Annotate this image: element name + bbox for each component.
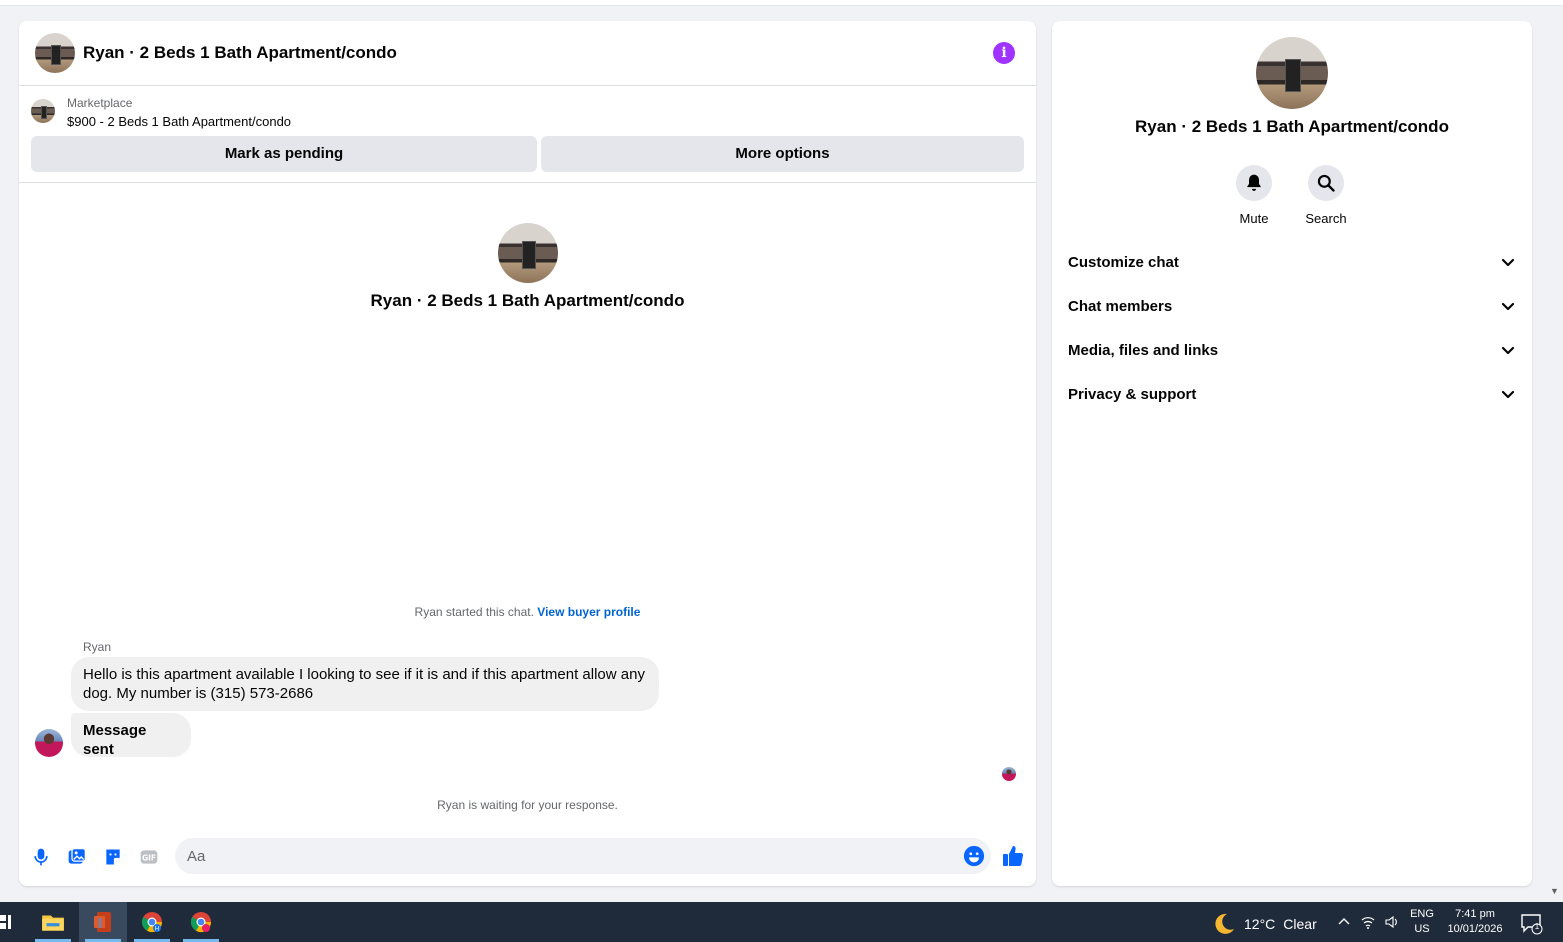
chat-members-section[interactable]: Chat members: [1052, 284, 1532, 328]
task-view-icon[interactable]: [0, 912, 12, 932]
listing-title[interactable]: $900 - 2 Beds 1 Bath Apartment/condo: [67, 114, 291, 129]
section-label: Privacy & support: [1068, 385, 1197, 403]
listing-source: Marketplace: [67, 96, 133, 110]
microphone-icon[interactable]: [30, 846, 52, 868]
message-input[interactable]: [175, 838, 991, 874]
customize-chat-section[interactable]: Customize chat: [1052, 240, 1532, 284]
moon-icon: [1215, 913, 1234, 934]
browser-top-edge: [0, 0, 1563, 6]
privacy-support-section[interactable]: Privacy & support: [1052, 372, 1532, 416]
presentation-app-icon[interactable]: [79, 902, 127, 942]
chrome-profile-icon[interactable]: [177, 902, 225, 942]
waiting-notice: Ryan is waiting for your response.: [437, 798, 618, 812]
listing-thumbnail[interactable]: [31, 99, 55, 123]
weather-widget[interactable]: 12°C Clear: [1212, 912, 1317, 936]
more-options-button[interactable]: More options: [541, 136, 1024, 172]
bell-icon[interactable]: [1236, 165, 1272, 201]
seen-indicator-avatar: [1002, 767, 1016, 781]
message-bubble-sent[interactable]: Message sent: [71, 713, 191, 758]
svg-text:H: H: [155, 926, 160, 933]
search-button[interactable]: Search: [1296, 165, 1356, 226]
chat-info-panel: Ryan · 2 Beds 1 Bath Apartment/condo Mut…: [1052, 21, 1532, 886]
message-sender-name: Ryan: [83, 640, 112, 654]
section-label: Media, files and links: [1068, 341, 1219, 359]
intro-avatar: [498, 223, 558, 283]
listing-banner: Marketplace $900 - 2 Beds 1 Bath Apartme…: [19, 87, 1036, 183]
side-title: Ryan · 2 Beds 1 Bath Apartment/condo: [1135, 117, 1449, 136]
chat-header: Ryan · 2 Beds 1 Bath Apartment/condo i: [19, 21, 1036, 86]
notification-count: 1: [1534, 922, 1540, 931]
mark-as-pending-button[interactable]: Mark as pending: [31, 136, 537, 172]
sticker-icon[interactable]: [102, 846, 124, 868]
sender-avatar[interactable]: [35, 729, 63, 757]
media-files-links-section[interactable]: Media, files and links: [1052, 328, 1532, 372]
side-avatar[interactable]: [1256, 37, 1328, 109]
chat-panel: Ryan · 2 Beds 1 Bath Apartment/condo i M…: [19, 21, 1036, 886]
info-icon[interactable]: i: [993, 42, 1015, 64]
message-bubble[interactable]: Hello is this apartment available I look…: [71, 657, 659, 711]
chat-title[interactable]: Ryan · 2 Beds 1 Bath Apartment/condo: [83, 43, 397, 63]
chat-started-notice: Ryan started this chat. View buyer profi…: [19, 605, 1036, 619]
mute-label: Mute: [1239, 211, 1269, 226]
section-label: Customize chat: [1068, 253, 1179, 271]
scrollbar-down-arrow[interactable]: ▼: [1550, 886, 1559, 896]
message-composer: GIF: [19, 833, 1036, 883]
language-region: US: [1414, 923, 1430, 935]
chat-started-text: Ryan started this chat.: [414, 605, 534, 619]
svg-text:GIF: GIF: [142, 853, 156, 862]
search-label: Search: [1305, 211, 1347, 226]
weather-condition: Clear: [1283, 916, 1317, 932]
system-tray: [1336, 914, 1400, 930]
chevron-up-icon[interactable]: [1336, 914, 1352, 930]
chat-avatar[interactable]: [35, 33, 75, 73]
chevron-down-icon: [1501, 346, 1515, 355]
volume-icon[interactable]: [1384, 914, 1400, 930]
taskbar: H 12°C Clear ENG US 7:41 pm 10/01/2026 1: [0, 902, 1563, 942]
mute-button[interactable]: Mute: [1224, 165, 1284, 226]
view-buyer-profile-link[interactable]: View buyer profile: [537, 605, 640, 619]
weather-temp: 12°C: [1244, 916, 1276, 932]
thumbs-up-icon[interactable]: [1001, 844, 1025, 868]
clock[interactable]: 7:41 pm 10/01/2026: [1444, 907, 1506, 937]
image-icon[interactable]: [66, 846, 88, 868]
gif-icon[interactable]: GIF: [138, 846, 160, 868]
wifi-icon[interactable]: [1360, 914, 1376, 930]
emoji-icon[interactable]: [963, 845, 985, 867]
notification-icon[interactable]: 1: [1519, 911, 1543, 935]
intro-title: Ryan · 2 Beds 1 Bath Apartment/condo: [370, 291, 685, 310]
chevron-down-icon: [1501, 302, 1515, 311]
chevron-down-icon: [1501, 390, 1515, 399]
section-label: Chat members: [1068, 297, 1173, 315]
clock-time: 7:41 pm: [1455, 908, 1495, 920]
chrome-icon[interactable]: H: [128, 902, 176, 942]
clock-date: 10/01/2026: [1447, 923, 1503, 935]
search-icon[interactable]: [1308, 165, 1344, 201]
language-code: ENG: [1410, 908, 1434, 920]
chevron-down-icon: [1501, 258, 1515, 267]
language-indicator[interactable]: ENG US: [1408, 907, 1436, 937]
file-explorer-icon[interactable]: [29, 902, 77, 942]
